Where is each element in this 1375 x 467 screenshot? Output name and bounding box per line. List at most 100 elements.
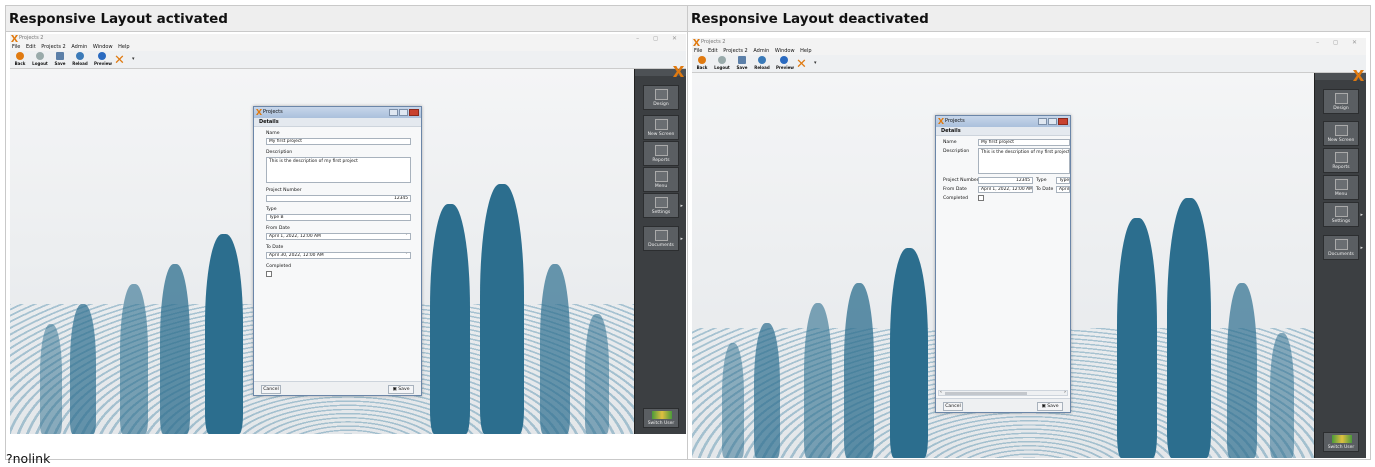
- menu-projects2[interactable]: Projects 2: [41, 44, 65, 50]
- description-label: Description: [943, 149, 970, 154]
- documents-button[interactable]: Documents ▸: [643, 226, 683, 251]
- close-icon[interactable]: [409, 109, 419, 116]
- back-button[interactable]: Back: [694, 56, 710, 72]
- preview-button[interactable]: Preview: [776, 56, 794, 72]
- toolbar-dropdown[interactable]: ▾: [814, 60, 817, 66]
- to-date-picker[interactable]: April 30, 2022, 12:00 AM ﹀: [266, 252, 411, 259]
- scrollbar-thumb[interactable]: [945, 392, 1027, 395]
- toolbar-dropdown[interactable]: ▾: [132, 56, 135, 62]
- from-date-picker[interactable]: April 1, 2022, 12:00 AM ﹀: [978, 186, 1033, 193]
- documents-button[interactable]: Documents ▸: [1323, 235, 1363, 260]
- project-number-label: Project Number: [266, 188, 302, 193]
- toolbar: Back Logout Save Reload Preview ✕ ▾: [692, 55, 1366, 73]
- reload-button[interactable]: Reload: [72, 52, 88, 68]
- from-date-picker[interactable]: April 1, 2022, 12:00 AM ﹀: [266, 233, 411, 240]
- screenshot-activated: Projects 2 – ◻ ✕ File Edit Projects 2 Ad…: [10, 34, 686, 434]
- to-date-picker[interactable]: April: [1056, 186, 1070, 193]
- window-controls[interactable]: – ◻ ✕: [1316, 38, 1363, 47]
- cancel-button[interactable]: Cancel: [943, 402, 963, 411]
- silhouette: [430, 204, 470, 434]
- menu-help[interactable]: Help: [800, 48, 811, 54]
- save-button[interactable]: ▣ Save: [1037, 402, 1063, 411]
- type-label: Type: [266, 207, 277, 212]
- menu-window[interactable]: Window: [93, 44, 113, 50]
- maximize-icon[interactable]: [1048, 118, 1057, 125]
- completed-checkbox[interactable]: [978, 195, 984, 201]
- reload-button[interactable]: Reload: [754, 56, 770, 72]
- scroll-left-icon[interactable]: ‹: [940, 390, 942, 395]
- documents-dropdown-icon[interactable]: ▸: [1360, 245, 1363, 251]
- dialog-titlebar: Projects: [254, 107, 421, 118]
- logout-button[interactable]: Logout: [714, 56, 730, 72]
- dialog-footer: Cancel ▣ Save: [254, 381, 421, 395]
- menu-admin[interactable]: Admin: [71, 44, 87, 50]
- settings-button[interactable]: Settings ▸: [1323, 202, 1363, 227]
- x-logo-icon[interactable]: ✕: [114, 53, 125, 68]
- reports-button[interactable]: Reports: [1323, 148, 1359, 173]
- silhouette: [160, 264, 190, 434]
- to-date-label: To Date: [266, 245, 284, 250]
- project-number-field[interactable]: 12345: [266, 195, 411, 202]
- tab-details[interactable]: Details: [254, 118, 421, 127]
- header-responsive-deactivated: Responsive Layout deactivated: [688, 6, 1370, 32]
- tab-details[interactable]: Details: [936, 127, 1070, 136]
- settings-dropdown-icon[interactable]: ▸: [1360, 212, 1363, 218]
- design-button[interactable]: Design: [643, 85, 679, 110]
- header-responsive-activated: Responsive Layout activated: [6, 6, 688, 32]
- reports-button[interactable]: Reports: [643, 141, 679, 166]
- settings-button[interactable]: Settings ▸: [643, 193, 683, 218]
- settings-icon: [1335, 206, 1348, 217]
- menu-window[interactable]: Window: [775, 48, 795, 54]
- save-icon: [56, 52, 64, 60]
- menu-admin[interactable]: Admin: [753, 48, 769, 54]
- completed-checkbox[interactable]: [266, 271, 272, 277]
- silhouette: [1227, 283, 1257, 458]
- scroll-right-icon[interactable]: ›: [1064, 390, 1066, 395]
- right-sidebar: Design New Screen Reports Menu Settings ▸…: [1314, 70, 1366, 458]
- menu-file[interactable]: File: [694, 48, 702, 54]
- cancel-button[interactable]: Cancel: [261, 385, 281, 394]
- minimize-icon[interactable]: [1038, 118, 1047, 125]
- maximize-icon[interactable]: [399, 109, 408, 116]
- x-logo-icon[interactable]: ✕: [796, 57, 807, 72]
- back-button[interactable]: Back: [12, 52, 28, 68]
- reload-icon: [76, 52, 84, 60]
- menu-button[interactable]: Menu: [1323, 175, 1359, 200]
- save-toolbar-button[interactable]: Save: [734, 56, 750, 72]
- menu-file[interactable]: File: [12, 44, 20, 50]
- name-field[interactable]: My first project: [266, 138, 411, 145]
- logout-button[interactable]: Logout: [32, 52, 48, 68]
- dialog-titlebar: Projects: [936, 116, 1070, 127]
- description-field[interactable]: This is the description of my first proj…: [266, 157, 411, 183]
- switch-user-button[interactable]: Switch User: [643, 408, 679, 428]
- switch-user-button[interactable]: Switch User: [1323, 432, 1359, 452]
- dialog-footer: Cancel ▣ Save: [936, 398, 1070, 412]
- menu-edit[interactable]: Edit: [708, 48, 718, 54]
- menu-edit[interactable]: Edit: [26, 44, 36, 50]
- settings-dropdown-icon[interactable]: ▸: [680, 203, 683, 209]
- new-screen-button[interactable]: New Screen: [1323, 121, 1359, 146]
- design-icon: [1335, 93, 1348, 104]
- window-controls[interactable]: – ◻ ✕: [636, 34, 683, 43]
- minimize-icon[interactable]: [389, 109, 398, 116]
- close-icon[interactable]: [1058, 118, 1068, 125]
- description-field[interactable]: This is the description of my first proj…: [978, 148, 1070, 174]
- menu-projects2[interactable]: Projects 2: [723, 48, 747, 54]
- save-toolbar-button[interactable]: Save: [52, 52, 68, 68]
- type-field[interactable]: Type E: [1056, 177, 1070, 184]
- preview-button[interactable]: Preview: [94, 52, 112, 68]
- documents-dropdown-icon[interactable]: ▸: [680, 236, 683, 242]
- save-button[interactable]: ▣ Save: [388, 385, 414, 394]
- dialog-window-controls: [389, 109, 419, 116]
- new-screen-button[interactable]: New Screen: [643, 115, 679, 140]
- name-field[interactable]: My first project: [978, 139, 1070, 146]
- project-number-field[interactable]: 12345: [978, 177, 1033, 184]
- menu-button[interactable]: Menu: [643, 167, 679, 192]
- type-field[interactable]: Type B: [266, 214, 411, 221]
- to-date-label: To Date: [1036, 187, 1054, 192]
- menu-help[interactable]: Help: [118, 44, 129, 50]
- horizontal-scrollbar[interactable]: ‹ ›: [938, 390, 1068, 396]
- design-button[interactable]: Design: [1323, 89, 1359, 114]
- silhouette: [120, 284, 148, 434]
- description-label: Description: [266, 150, 293, 155]
